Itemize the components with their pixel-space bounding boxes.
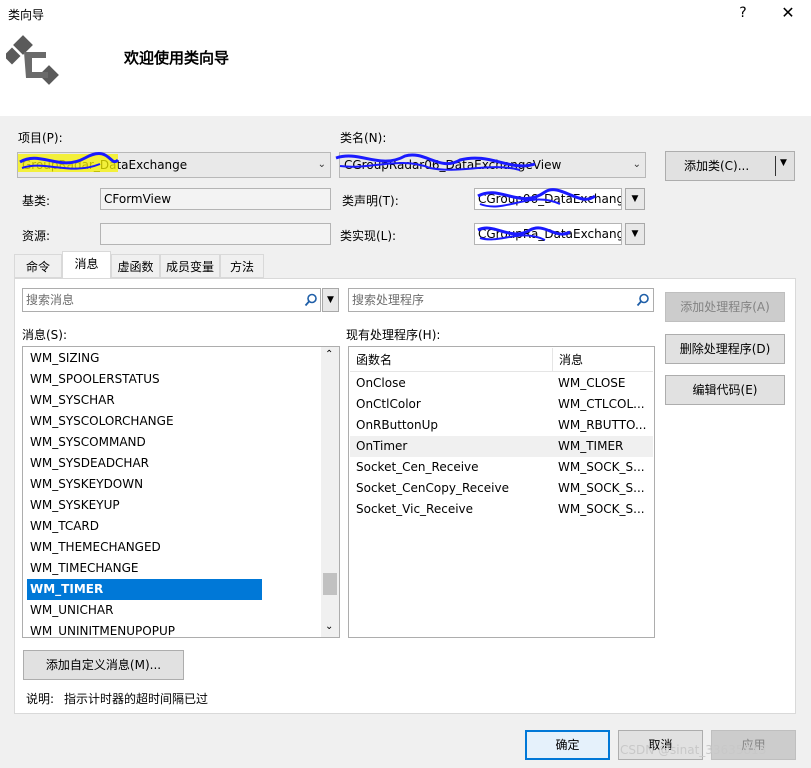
handler-function-cell: Socket_Vic_Receive <box>356 502 474 516</box>
delete-handler-button[interactable]: 删除处理程序(D) <box>665 334 785 364</box>
scroll-down-arrow-icon[interactable]: ⌄ <box>325 621 333 632</box>
search-icon[interactable] <box>304 293 318 307</box>
class-impl-dropdown-icon[interactable]: ▼ <box>625 223 645 245</box>
list-item[interactable]: WM_SYSCHAR <box>27 390 262 411</box>
handler-message-cell: WM_SOCK_S... <box>558 460 645 474</box>
add-class-dropdown-arrow-icon[interactable]: ▼ <box>780 158 787 168</box>
table-row[interactable]: OnRButtonUp WM_RBUTTO... <box>350 415 653 436</box>
add-class-label: 添加类(C)... <box>684 159 750 173</box>
project-label: 项目(P): <box>18 131 63 145</box>
handler-function-cell: Socket_CenCopy_Receive <box>356 481 509 495</box>
list-item[interactable]: WM_THEMECHANGED <box>27 537 262 558</box>
handler-message-cell: WM_SOCK_S... <box>558 481 645 495</box>
list-item[interactable]: WM_UNICHAR <box>27 600 262 621</box>
help-button[interactable]: ? <box>733 3 753 23</box>
list-item[interactable]: WM_SYSKEYUP <box>27 495 262 516</box>
tab-commands[interactable]: 命令 <box>14 254 62 278</box>
handler-function-cell: OnClose <box>356 376 406 390</box>
tab-methods[interactable]: 方法 <box>220 254 264 278</box>
handler-list-label: 现有处理程序(H): <box>346 328 441 342</box>
project-combo[interactable]: GroupRadar_DataExchange ⌄ <box>17 152 331 178</box>
watermark: CSDN @sinat_33635813 <box>620 743 767 757</box>
handler-message-cell: WM_CLOSE <box>558 376 626 390</box>
classname-combo[interactable]: CGroupRadar06_DataExchangeView ⌄ <box>339 152 646 178</box>
resource-field <box>100 223 331 245</box>
search-icon[interactable] <box>636 293 650 307</box>
project-value: GroupRadar_DataExchange <box>22 158 188 172</box>
column-header-message[interactable]: 消息 <box>552 348 653 372</box>
list-item[interactable]: WM_SPOOLERSTATUS <box>27 369 262 390</box>
message-list-scrollbar[interactable]: ⌃ ⌄ <box>321 347 339 637</box>
handler-function-cell: OnCtlColor <box>356 397 421 411</box>
window-title: 类向导 <box>8 8 45 22</box>
class-impl-label: 类实现(L): <box>340 229 397 243</box>
list-item[interactable]: WM_TIMECHANGE <box>27 558 262 579</box>
table-row[interactable]: OnCtlColor WM_CTLCOL... <box>350 394 653 415</box>
table-row[interactable]: Socket_Vic_Receive WM_SOCK_S... <box>350 499 653 520</box>
message-search-input[interactable]: 搜索消息 <box>22 288 321 312</box>
description-label: 说明: <box>26 692 55 706</box>
handler-message-cell: WM_RBUTTO... <box>558 418 647 432</box>
split-divider <box>775 156 776 176</box>
handler-function-cell: OnRButtonUp <box>356 418 438 432</box>
list-item[interactable]: WM_SYSCOMMAND <box>27 432 262 453</box>
handler-message-cell: WM_CTLCOL... <box>558 397 645 411</box>
class-decl-dropdown-icon[interactable]: ▼ <box>625 188 645 210</box>
handler-function-cell: OnTimer <box>356 439 408 453</box>
message-list-label: 消息(S): <box>22 328 68 342</box>
handler-search-input[interactable]: 搜索处理程序 <box>348 288 654 312</box>
list-item[interactable]: WM_TCARD <box>27 516 262 537</box>
tab-messages[interactable]: 消息 <box>62 251 111 279</box>
list-item-selected[interactable]: WM_TIMER <box>27 579 262 600</box>
edit-code-button[interactable]: 编辑代码(E) <box>665 375 785 405</box>
handler-list[interactable]: 函数名 消息 OnClose WM_CLOSE OnCtlColor WM_CTLCO… <box>348 346 655 638</box>
column-header-function[interactable]: 函数名 <box>350 348 552 372</box>
ok-button[interactable]: 确定 <box>525 730 610 760</box>
base-class-label: 基类: <box>22 194 51 208</box>
table-row[interactable]: Socket_Cen_Receive WM_SOCK_S... <box>350 457 653 478</box>
list-item[interactable]: WM_SIZING <box>27 348 262 369</box>
resource-label: 资源: <box>22 229 51 243</box>
classname-value: CGroupRadar06_DataExchangeView <box>344 158 562 172</box>
class-impl-field[interactable]: CGroupRa_DataExchangeVi <box>474 223 622 245</box>
base-class-field: CFormView <box>100 188 331 210</box>
welcome-heading: 欢迎使用类向导 <box>124 49 230 67</box>
list-item[interactable]: WM_SYSCOLORCHANGE <box>27 411 262 432</box>
description-text: 指示计时器的超时间隔已过 <box>64 692 209 706</box>
add-custom-message-button[interactable]: 添加自定义消息(M)... <box>23 650 184 680</box>
handler-message-cell: WM_SOCK_S... <box>558 502 645 516</box>
message-list[interactable]: WM_SIZING WM_SPOOLERSTATUS WM_SYSCHAR WM_SY… <box>22 346 340 638</box>
list-item[interactable]: WM_SYSDEADCHAR <box>27 453 262 474</box>
class-decl-field[interactable]: CGroup06_DataExchangeVi <box>474 188 622 210</box>
add-handler-button[interactable]: 添加处理程序(A) <box>665 292 785 322</box>
list-item[interactable]: WM_UNINITMENUPOPUP <box>27 621 262 637</box>
title-bar <box>0 0 811 28</box>
tab-virtual-functions[interactable]: 虚函数 <box>111 254 160 278</box>
table-row[interactable]: OnClose WM_CLOSE <box>350 373 653 394</box>
close-button[interactable]: ✕ <box>774 2 802 24</box>
table-row[interactable]: Socket_CenCopy_Receive WM_SOCK_S... <box>350 478 653 499</box>
classname-label: 类名(N): <box>340 131 387 145</box>
chevron-down-icon: ⌄ <box>317 159 326 170</box>
handler-message-cell: WM_TIMER <box>558 439 624 453</box>
list-item[interactable]: WM_SYSKEYDOWN <box>27 474 262 495</box>
scroll-up-arrow-icon[interactable]: ⌃ <box>325 349 333 360</box>
chevron-down-icon: ⌄ <box>632 159 641 170</box>
header-area <box>0 28 811 116</box>
handler-function-cell: Socket_Cen_Receive <box>356 460 479 474</box>
class-decl-label: 类声明(T): <box>342 194 399 208</box>
scrollbar-thumb[interactable] <box>323 573 337 595</box>
message-filter-dropdown-icon[interactable]: ▼ <box>322 288 339 312</box>
table-row[interactable]: OnTimer WM_TIMER <box>350 436 653 457</box>
tab-member-variables[interactable]: 成员变量 <box>160 254 220 278</box>
class-wizard-logo-icon <box>6 35 59 85</box>
